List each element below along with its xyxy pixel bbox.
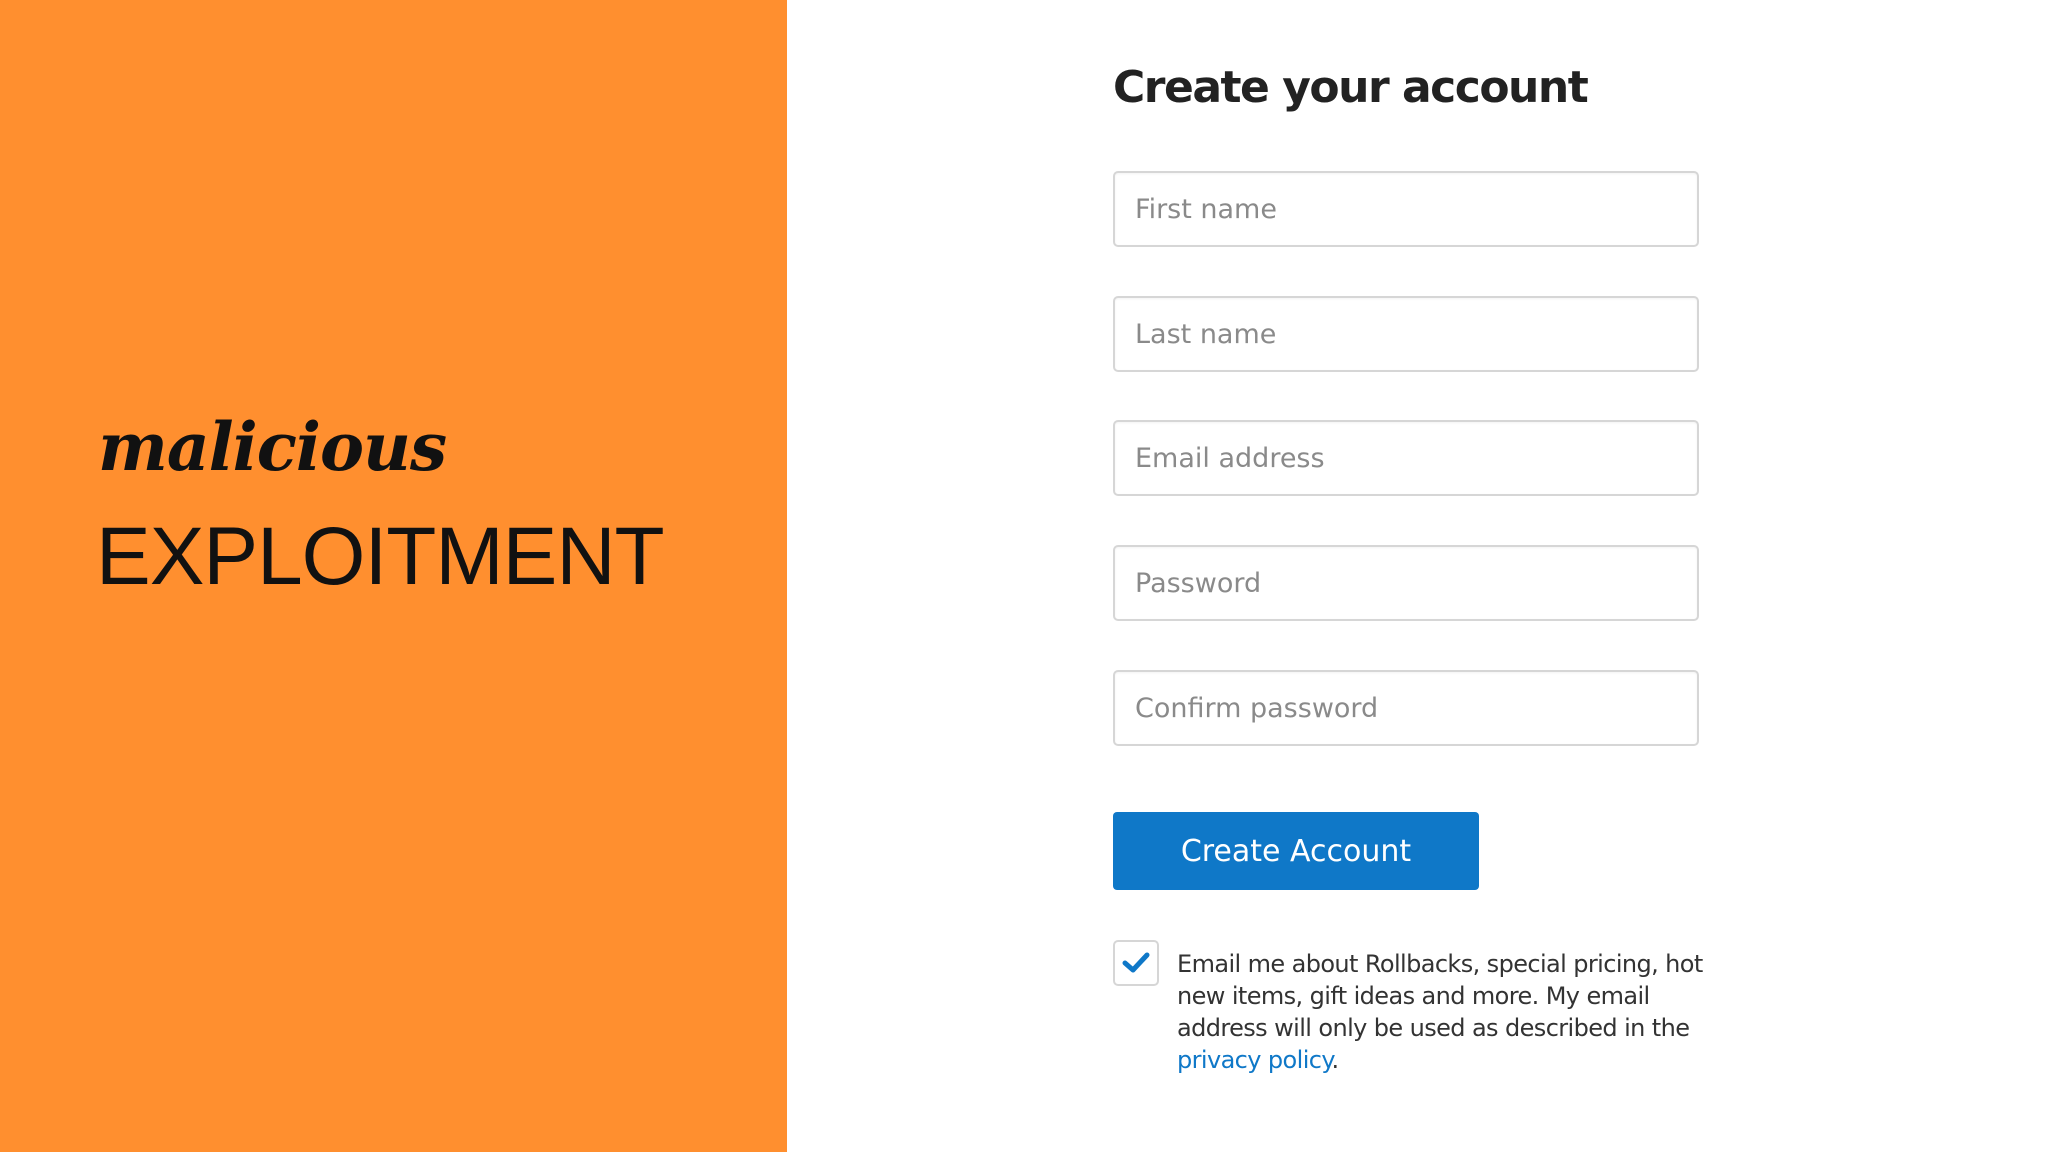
create-account-label: Create Account	[1180, 833, 1412, 869]
last-name-input[interactable]	[1115, 298, 1697, 370]
email-opt-in-checkbox[interactable]	[1113, 940, 1159, 986]
signup-form: Create your account Create Account Email…	[787, 0, 2048, 1152]
create-account-button[interactable]: Create Account	[1113, 812, 1479, 890]
email-field[interactable]	[1113, 420, 1699, 496]
privacy-policy-link[interactable]: privacy policy	[1177, 1046, 1332, 1074]
script-subtitle: malicious	[98, 408, 447, 486]
main-title: EXPLOITMENT	[96, 511, 665, 602]
form-title: Create your account	[1113, 62, 1589, 113]
password-field[interactable]	[1113, 545, 1699, 621]
password-input[interactable]	[1115, 547, 1697, 619]
left-panel: malicious EXPLOITMENT	[0, 0, 787, 1152]
first-name-field[interactable]	[1113, 171, 1699, 247]
opt-in-trailing: .	[1331, 1046, 1340, 1074]
last-name-field[interactable]	[1113, 296, 1699, 372]
confirm-password-field[interactable]	[1113, 670, 1699, 746]
opt-in-body: Email me about Rollbacks, special pricin…	[1177, 950, 1703, 1042]
confirm-password-input[interactable]	[1115, 672, 1697, 744]
first-name-input[interactable]	[1115, 173, 1697, 245]
checkmark-icon	[1122, 952, 1150, 973]
slide: malicious EXPLOITMENT Create your accoun…	[0, 0, 2048, 1152]
email-input[interactable]	[1115, 422, 1697, 494]
opt-in-text: Email me about Rollbacks, special pricin…	[1177, 948, 1707, 1076]
